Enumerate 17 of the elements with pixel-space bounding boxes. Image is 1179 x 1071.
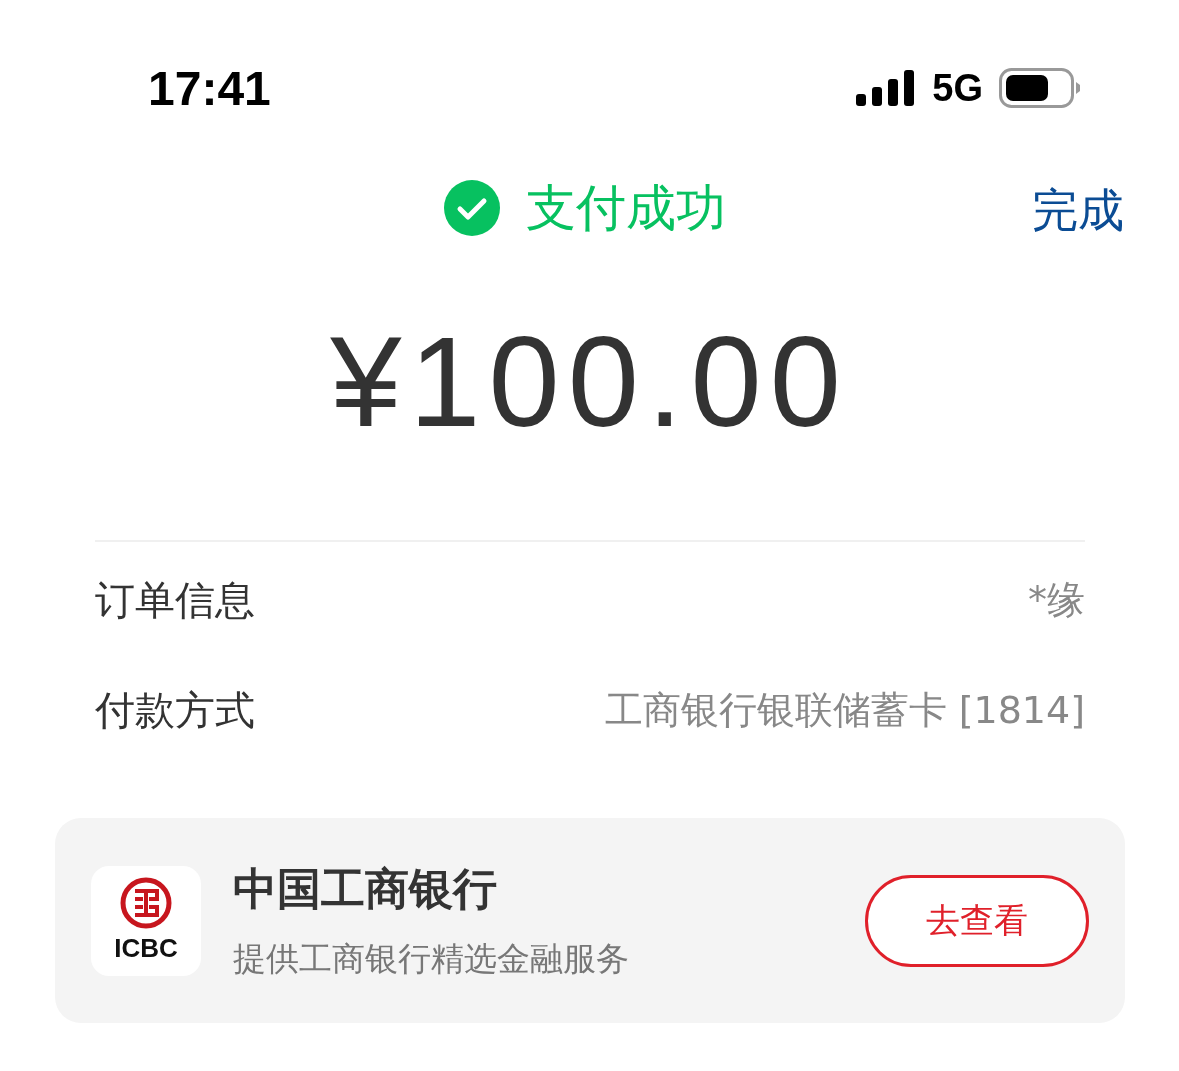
bank-subtitle: 提供工商银行精选金融服务 [233, 937, 630, 980]
view-button[interactable]: 去查看 [865, 874, 1089, 967]
detail-label: 付款方式 [95, 685, 255, 735]
detail-value: 工商银行银联储蓄卡 [1814] [604, 686, 1085, 734]
network-label: 5G [932, 66, 983, 110]
done-link[interactable]: 完成 [1032, 180, 1124, 242]
detail-value: *缘 [1028, 576, 1085, 624]
logo-text: ICBC [114, 933, 178, 964]
battery-icon [999, 68, 1081, 108]
payment-amount: ¥100.00 [329, 309, 850, 455]
bank-emblem-icon [120, 877, 172, 929]
status-time: 17:41 [148, 60, 271, 116]
check-circle-icon [443, 180, 500, 236]
signal-icon [856, 70, 917, 106]
bank-name: 中国工商银行 [233, 861, 498, 916]
detail-label: 订单信息 [95, 575, 255, 625]
page-title: 支付成功 [525, 177, 726, 239]
